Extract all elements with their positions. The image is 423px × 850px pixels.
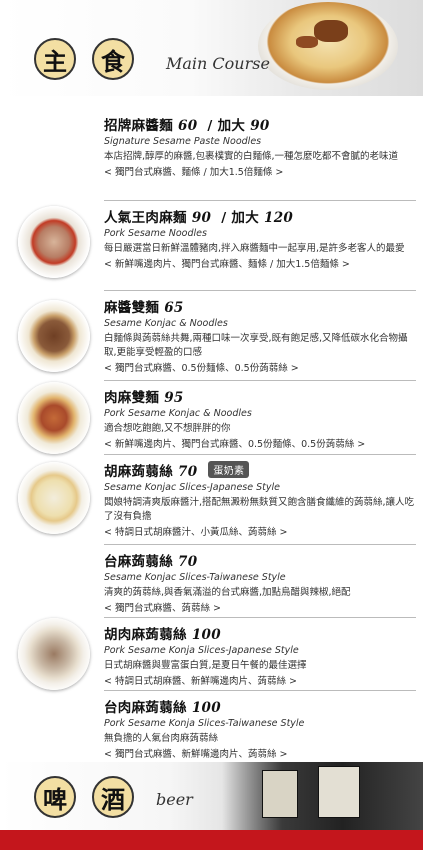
- meat-topping-small: [296, 36, 318, 48]
- beer-bottle-label: [262, 770, 298, 818]
- menu-page: 主 食 Main Course 招牌麻醬麵 60 / 加大 90 Signatu…: [0, 0, 423, 850]
- menu-item: 台麻蒟蒻絲 70 Sesame Konjac Slices-Taiwanese …: [104, 544, 416, 614]
- item-price: 70: [178, 554, 198, 570]
- item-english: Pork Sesame Konjac & Noodles: [104, 408, 252, 419]
- item-price: 100: [191, 627, 221, 643]
- item-options: < 獨門台式麻醬、新鮮嘴邊肉片、蒟蒻絲 >: [104, 749, 288, 760]
- beer-english: beer: [156, 790, 193, 809]
- item-description: 闆娘特調清爽版麻醬汁,搭配無澱粉無麩質又飽含膳食纖維的蒟蒻絲,讓人吃了沒有負擔: [104, 497, 415, 522]
- footer-circle-beer-2: 酒: [92, 776, 134, 818]
- item-name: 台肉麻蒟蒻絲: [104, 700, 187, 716]
- item-title: 招牌麻醬麵 60 / 加大 90: [104, 114, 416, 134]
- item-name: 人氣王肉麻麵: [104, 210, 187, 226]
- item-name: 招牌麻醬麵: [104, 118, 173, 134]
- item-options: < 獨門台式麻醬、0.5份麵條、0.5份蒟蒻絲 >: [104, 363, 299, 374]
- item-english: Sesame Konjac Slices-Taiwanese Style: [104, 572, 286, 583]
- header-circle-food: 食: [92, 38, 134, 80]
- beer-bottle-label: [318, 766, 360, 818]
- item-price: 60: [178, 118, 198, 134]
- item-description: 無負擔的人氣台肉麻蒟蒻絲: [104, 733, 219, 744]
- item-options: < 獨門台式麻醬、蒟蒻絲 >: [104, 603, 221, 614]
- item-description: 本店招牌,醇厚的麻醬,包裹樸實的白麵條,一種怎麼吃都不會膩的老味道: [104, 151, 399, 162]
- item-options: < 新鮮嘴邊肉片、獨門台式麻醬、0.5份麵條、0.5份蒟蒻絲 >: [104, 439, 366, 450]
- menu-item: 台肉麻蒟蒻絲 100 Pork Sesame Konja Slices-Taiw…: [104, 690, 416, 760]
- item-price: 90: [191, 210, 212, 226]
- divider: [104, 200, 416, 201]
- item-name: 麻醬雙麵: [104, 300, 160, 316]
- item-title: 胡麻蒟蒻絲 70 蛋奶素: [104, 454, 416, 480]
- divider: [104, 454, 416, 455]
- menu-item: 肉麻雙麵 95 Pork Sesame Konjac & Noodles 適合想…: [104, 380, 416, 450]
- item-title: 人氣王肉麻麵 90 / 加大 120: [104, 200, 416, 226]
- item-title: 麻醬雙麵 65: [104, 290, 416, 316]
- item-large-price: 120: [264, 210, 294, 226]
- item-title: 肉麻雙麵 95: [104, 380, 416, 406]
- menu-item: 胡肉麻蒟蒻絲 100 Pork Sesame Konja Slices-Japa…: [104, 617, 416, 687]
- item-price: 95: [164, 390, 184, 406]
- item-options: < 特調日式胡麻醬、新鮮嘴邊肉片、蒟蒻絲 >: [104, 676, 297, 687]
- item-name: 肉麻雙麵: [104, 390, 160, 406]
- item-title: 胡肉麻蒟蒻絲 100: [104, 617, 416, 643]
- item-description: 日式胡麻醬與豐富蛋白質,是夏日午餐的最佳選擇: [104, 660, 307, 671]
- item-name: 胡肉麻蒟蒻絲: [104, 627, 187, 643]
- item-english: Pork Sesame Konja Slices-Taiwanese Style: [104, 718, 305, 729]
- menu-item: 人氣王肉麻麵 90 / 加大 120 Pork Sesame Noodles 每…: [104, 200, 416, 270]
- vegetarian-badge: 蛋奶素: [208, 461, 250, 478]
- sesame-double-noodle-photo: [18, 300, 90, 372]
- divider: [104, 617, 416, 618]
- item-options: < 新鮮嘴邊肉片、獨門台式麻醬、麵條 / 加大1.5倍麵條 >: [104, 259, 350, 270]
- item-options: < 特調日式胡麻醬汁、小黃瓜絲、蒟蒻絲 >: [104, 527, 288, 538]
- divider: [104, 544, 416, 545]
- item-description: 白麵條與蒟蒻絲共舞,兩種口味一次享受,既有飽足感,又降低碳水化合物攝取,更能享受…: [104, 333, 408, 358]
- menu-item: 招牌麻醬麵 60 / 加大 90 Signature Sesame Paste …: [104, 114, 416, 178]
- header-circle-main: 主: [34, 38, 76, 80]
- item-description: 清爽的蒟蒻絲,與香氣滿溢的台式麻醬,加點烏醋與辣椒,絕配: [104, 587, 351, 598]
- item-price: 100: [191, 700, 221, 716]
- konjac-japanese-photo: [18, 462, 90, 534]
- item-name: 台麻蒟蒻絲: [104, 554, 173, 570]
- item-price: 65: [164, 300, 184, 316]
- pork-noodle-photo: [18, 206, 90, 278]
- divider: [104, 380, 416, 381]
- item-english: Signature Sesame Paste Noodles: [104, 136, 262, 147]
- item-description: 適合想吃飽飽,又不想胖胖的你: [104, 423, 231, 434]
- item-price: 70: [178, 464, 198, 480]
- item-title: 台肉麻蒟蒻絲 100: [104, 690, 416, 716]
- divider: [104, 690, 416, 691]
- divider: [104, 290, 416, 291]
- menu-item: 胡麻蒟蒻絲 70 蛋奶素 Sesame Konjac Slices-Japane…: [104, 454, 416, 538]
- item-english: Pork Sesame Noodles: [104, 228, 207, 239]
- item-english: Sesame Konjac Slices-Japanese Style: [104, 482, 280, 493]
- item-large-price: 90: [250, 118, 270, 134]
- item-options: < 獨門台式麻醬、麵條 / 加大1.5倍麵條 >: [104, 167, 284, 178]
- item-description: 每日嚴選當日新鮮溫體豬肉,拌入麻醬麵中一起享用,是許多老客人的最愛: [104, 243, 405, 254]
- main-course-english: Main Course: [166, 54, 270, 73]
- item-large-label: / 加大: [221, 210, 260, 226]
- item-name: 胡麻蒟蒻絲: [104, 464, 173, 480]
- pork-konjac-photo: [18, 618, 90, 690]
- bottom-red-bar: [0, 830, 423, 850]
- footer-circle-beer-1: 啤: [34, 776, 76, 818]
- item-english: Pork Sesame Konja Slices-Japanese Style: [104, 645, 299, 656]
- item-title: 台麻蒟蒻絲 70: [104, 544, 416, 570]
- item-large-label: / 加大: [207, 118, 246, 134]
- menu-item: 麻醬雙麵 65 Sesame Konjac & Noodles 白麵條與蒟蒻絲共…: [104, 290, 416, 374]
- pork-double-noodle-photo: [18, 382, 90, 454]
- item-english: Sesame Konjac & Noodles: [104, 318, 228, 329]
- noodle-bowl-image: [258, 2, 398, 90]
- meat-topping: [314, 20, 348, 42]
